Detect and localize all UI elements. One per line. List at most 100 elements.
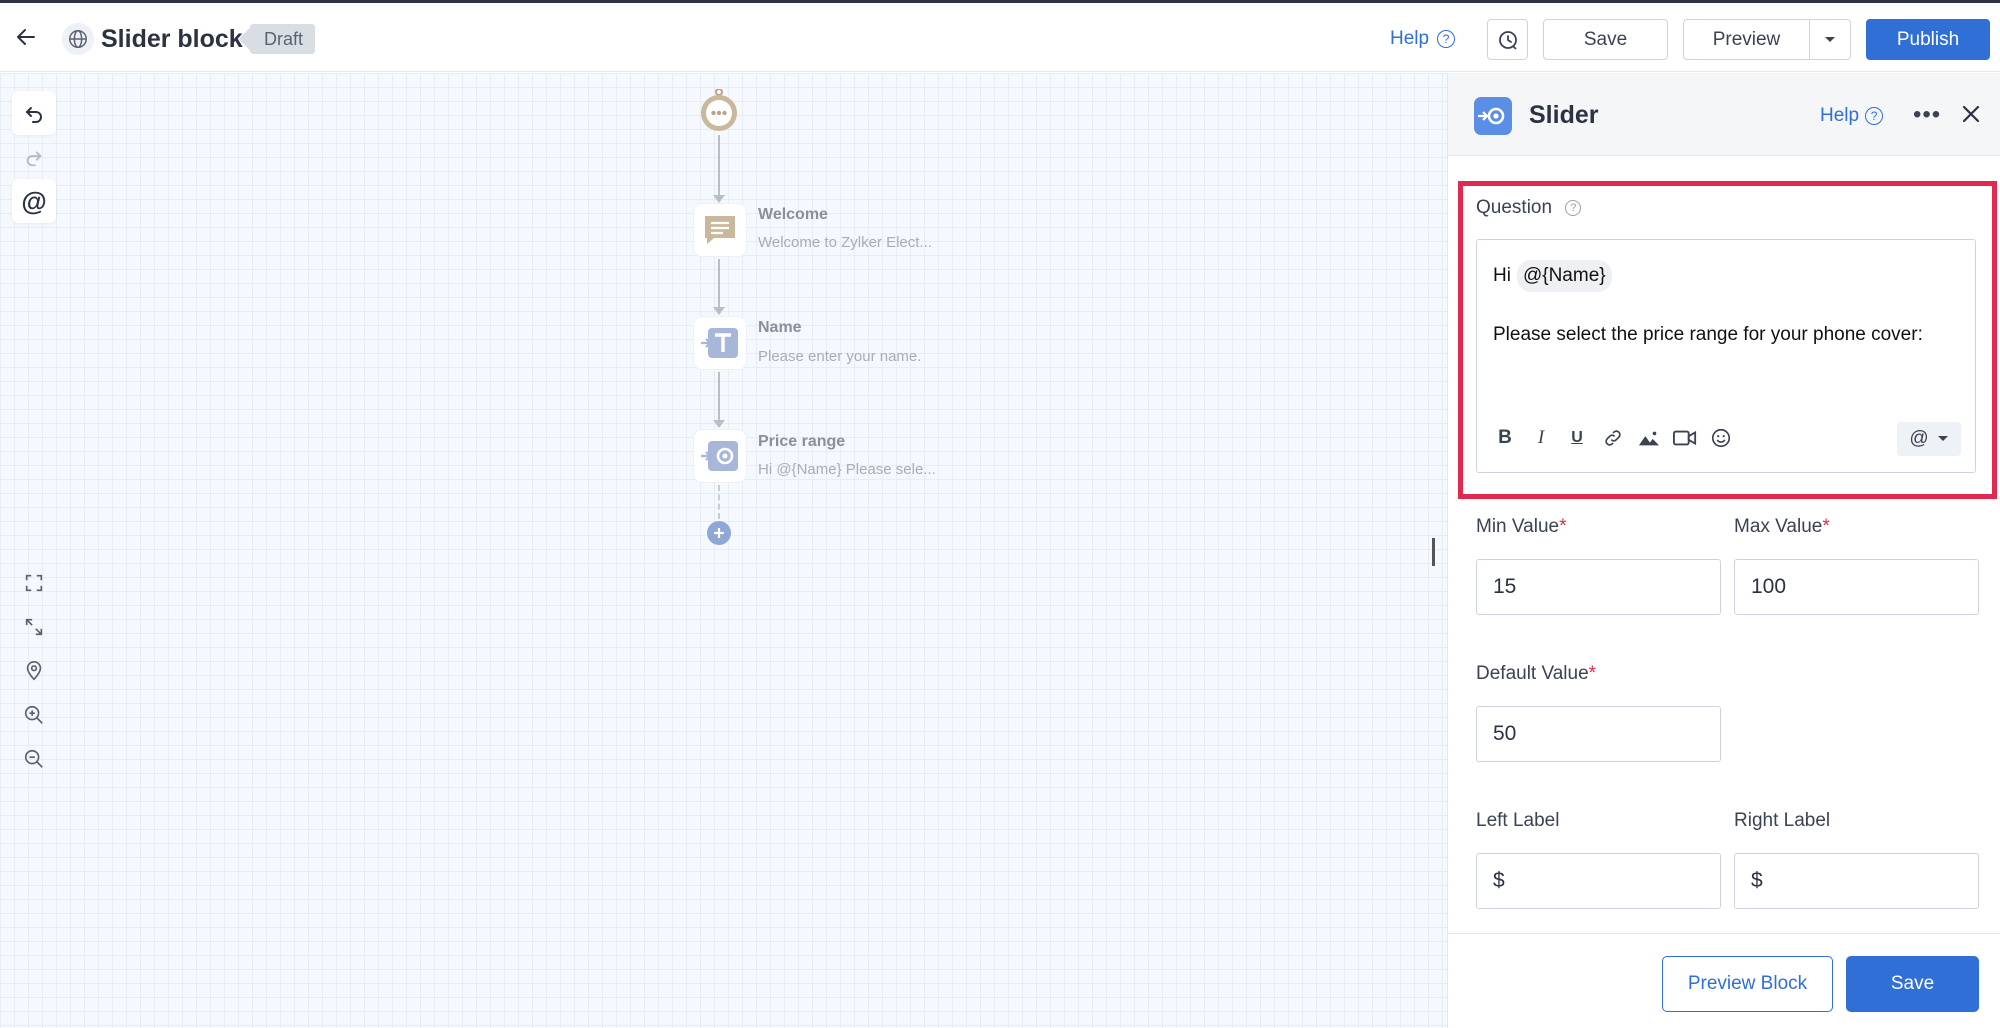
help-label: Help — [1820, 105, 1860, 126]
bold-icon[interactable]: B — [1493, 426, 1517, 450]
flow-canvas[interactable]: @ Welcome Welcome to Zylker Elect... Nam… — [0, 73, 1447, 1028]
preview-dropdown-button[interactable] — [1809, 19, 1851, 60]
question-label: Question — [1476, 197, 1553, 218]
top-bar: Slider block Draft Help ? Save Preview P… — [0, 0, 2000, 72]
fit-screen-icon — [25, 574, 43, 592]
panel-save-button[interactable]: Save — [1846, 956, 1979, 1012]
zoom-out-icon — [24, 749, 43, 768]
flow-node-welcome[interactable] — [694, 204, 746, 256]
panel-help-link[interactable]: Help ? — [1820, 105, 1884, 127]
editor-toolbar: B I U — [1493, 426, 1733, 450]
chevron-down-icon — [1825, 36, 1835, 42]
plus-icon — [714, 528, 724, 538]
default-value-label: Default Value — [1476, 663, 1589, 684]
panel-title: Slider — [1529, 101, 1599, 129]
globe-icon — [62, 23, 94, 55]
max-value-label: Max Value — [1734, 516, 1823, 537]
connector-line — [718, 135, 720, 195]
insert-variable-dropdown[interactable]: @ — [1897, 422, 1961, 456]
zoom-in-icon — [24, 705, 43, 724]
right-label-input[interactable]: $ — [1734, 853, 1979, 909]
image-icon[interactable] — [1637, 426, 1661, 450]
slider-node-icon — [701, 441, 738, 471]
zoom-out-button[interactable] — [12, 737, 56, 781]
question-greeting: Hi — [1493, 265, 1511, 286]
mention-chip[interactable]: @{Name} — [1516, 260, 1612, 292]
min-value-input[interactable]: 15 — [1476, 559, 1721, 615]
connector-arrow — [713, 195, 725, 203]
status-badge: Draft — [250, 24, 316, 54]
resize-handle[interactable] — [1432, 538, 1435, 566]
connector-line — [718, 259, 720, 307]
help-label: Help — [1390, 28, 1430, 49]
block-settings-panel: Slider Help ? ••• Question ? Hi @{Name} … — [1447, 73, 2000, 1028]
question-label-row: Question ? — [1476, 197, 1582, 219]
flow-node-title: Price range — [758, 433, 846, 450]
default-value-input[interactable]: 50 — [1476, 706, 1721, 762]
italic-icon[interactable]: I — [1529, 426, 1553, 450]
flow-node-subtitle: Please enter your name. — [758, 348, 922, 365]
video-icon[interactable] — [1673, 426, 1697, 450]
start-node[interactable] — [698, 88, 740, 131]
back-arrow-icon[interactable] — [12, 23, 40, 51]
question-first-line: Hi @{Name} — [1493, 260, 1612, 292]
question-editor[interactable]: Hi @{Name} Please select the price range… — [1476, 239, 1976, 473]
version-history-button[interactable] — [1487, 19, 1528, 60]
underline-icon[interactable]: U — [1565, 426, 1589, 450]
undo-button[interactable] — [12, 91, 56, 135]
history-icon — [1498, 30, 1517, 50]
undo-icon — [26, 107, 42, 123]
message-icon — [705, 216, 735, 244]
at-sign-icon: @ — [1909, 428, 1929, 449]
save-button[interactable]: Save — [1543, 19, 1668, 60]
close-panel-button[interactable] — [1958, 101, 1984, 127]
help-link[interactable]: Help ? — [1390, 28, 1456, 50]
fit-screen-button[interactable] — [12, 561, 56, 605]
required-mark: * — [1588, 663, 1597, 684]
redo-icon — [26, 151, 42, 167]
flow-node-title: Welcome — [758, 206, 828, 223]
question-body: Please select the price range for your p… — [1493, 324, 1923, 345]
zoom-in-button[interactable] — [12, 693, 56, 737]
location-pin-icon — [26, 661, 42, 681]
bot-start-icon — [701, 88, 737, 131]
redo-button[interactable] — [12, 135, 56, 179]
chevron-down-icon — [1937, 436, 1948, 441]
preview-block-button[interactable]: Preview Block — [1662, 956, 1833, 1012]
required-mark: * — [1822, 516, 1830, 537]
flow-node-name[interactable] — [694, 317, 746, 369]
right-label-label: Right Label — [1734, 810, 1831, 831]
max-value-input[interactable]: 100 — [1734, 559, 1979, 615]
expand-icon — [25, 618, 43, 636]
flow-node-title: Name — [758, 319, 802, 336]
max-value-label-row: Max Value* — [1734, 516, 1830, 538]
min-value-label-row: Min Value* — [1476, 516, 1567, 538]
left-label-input[interactable]: $ — [1476, 853, 1721, 909]
at-sign-icon: @ — [21, 185, 47, 216]
close-icon — [1962, 105, 1980, 123]
slider-block-icon — [1474, 97, 1512, 135]
mention-variables-button[interactable]: @ — [12, 179, 56, 223]
link-icon[interactable] — [1601, 426, 1625, 450]
info-icon[interactable]: ? — [1565, 200, 1582, 216]
preview-button[interactable]: Preview — [1683, 19, 1810, 60]
publish-button[interactable]: Publish — [1866, 19, 1990, 60]
more-options-icon[interactable]: ••• — [1913, 101, 1941, 129]
help-circle-icon: ? — [1437, 30, 1456, 48]
left-label-label: Left Label — [1476, 810, 1560, 831]
expand-button[interactable] — [12, 605, 56, 649]
flow-node-price-range[interactable] — [694, 430, 746, 482]
required-mark: * — [1559, 516, 1567, 537]
help-circle-icon: ? — [1865, 107, 1884, 125]
default-value-label-row: Default Value* — [1476, 663, 1596, 685]
panel-header: Slider Help ? ••• — [1448, 73, 2000, 156]
page-title: Slider block — [101, 25, 243, 53]
min-value-label: Min Value — [1476, 516, 1560, 537]
emoji-icon[interactable] — [1709, 426, 1733, 450]
text-input-icon — [701, 328, 738, 358]
add-block-button[interactable] — [707, 521, 731, 545]
connector-arrow — [713, 420, 725, 428]
flow-node-subtitle: Welcome to Zylker Elect... — [758, 234, 932, 251]
locate-button[interactable] — [12, 649, 56, 693]
connector-arrow — [713, 307, 725, 315]
